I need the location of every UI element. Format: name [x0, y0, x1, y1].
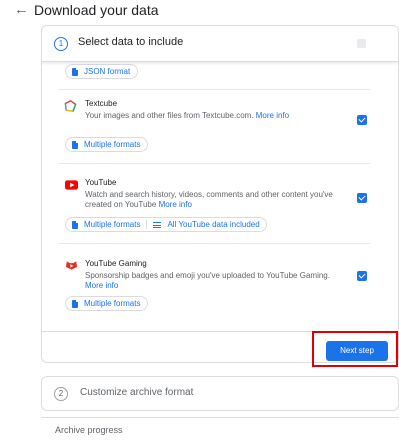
product-description: Sponsorship badges and emoji you've uplo… [85, 271, 330, 290]
back-arrow-icon[interactable]: ← [14, 1, 29, 19]
product-checkbox[interactable] [357, 271, 367, 281]
youtube-gaming-icon [65, 261, 78, 270]
divider [58, 243, 370, 244]
more-info-link[interactable]: More info [85, 281, 118, 290]
formats-label: Multiple formats [84, 140, 141, 149]
formats-button[interactable]: Multiple formats All YouTube data includ… [65, 217, 267, 232]
document-icon [72, 299, 78, 308]
product-checkbox[interactable] [357, 193, 367, 203]
product-checkbox[interactable] [357, 115, 367, 125]
step-1-number: 1 [54, 37, 68, 51]
document-icon [72, 140, 78, 149]
product-description: Your images and other files from Textcub… [85, 111, 290, 120]
textcube-icon [64, 100, 77, 112]
list-icon [153, 221, 162, 228]
formats-button[interactable]: Multiple formats [65, 296, 149, 311]
step-2-card[interactable]: 2 Customize archive format [41, 376, 399, 411]
step-1-title: Select data to include [78, 36, 184, 48]
top-bar: ← Download your data [0, 0, 399, 24]
product-description: Watch and search history, videos, commen… [85, 190, 333, 209]
youtube-icon [65, 180, 78, 190]
json-format-button[interactable]: JSON format [65, 64, 139, 79]
step-1-header[interactable]: 1 Select data to include [42, 26, 398, 62]
divider [58, 89, 370, 90]
more-info-link[interactable]: More info [256, 111, 289, 120]
formats-label: Multiple formats [84, 299, 141, 308]
archive-progress-label: Archive progress [55, 425, 123, 435]
page-title: Download your data [34, 2, 159, 18]
highlight-box [312, 331, 398, 367]
pill-separator [146, 220, 148, 229]
step-2-number: 2 [54, 387, 68, 401]
formats-button[interactable]: Multiple formats [65, 137, 149, 152]
json-format-label: JSON format [84, 67, 131, 76]
step-2-title: Customize archive format [80, 387, 194, 398]
product-name: YouTube Gaming [85, 259, 147, 268]
document-icon [72, 220, 78, 229]
product-name: YouTube [85, 178, 117, 187]
document-icon [72, 67, 78, 76]
formats-label: Multiple formats [84, 220, 141, 229]
header-checkbox[interactable] [357, 39, 366, 48]
data-included-label: All YouTube data included [167, 220, 260, 229]
select-data-card: 1 Select data to include JSON format Tex… [41, 25, 399, 363]
section-divider [41, 417, 399, 418]
divider [58, 163, 370, 164]
product-name: Textcube [85, 99, 118, 108]
more-info-link[interactable]: More info [159, 200, 192, 209]
